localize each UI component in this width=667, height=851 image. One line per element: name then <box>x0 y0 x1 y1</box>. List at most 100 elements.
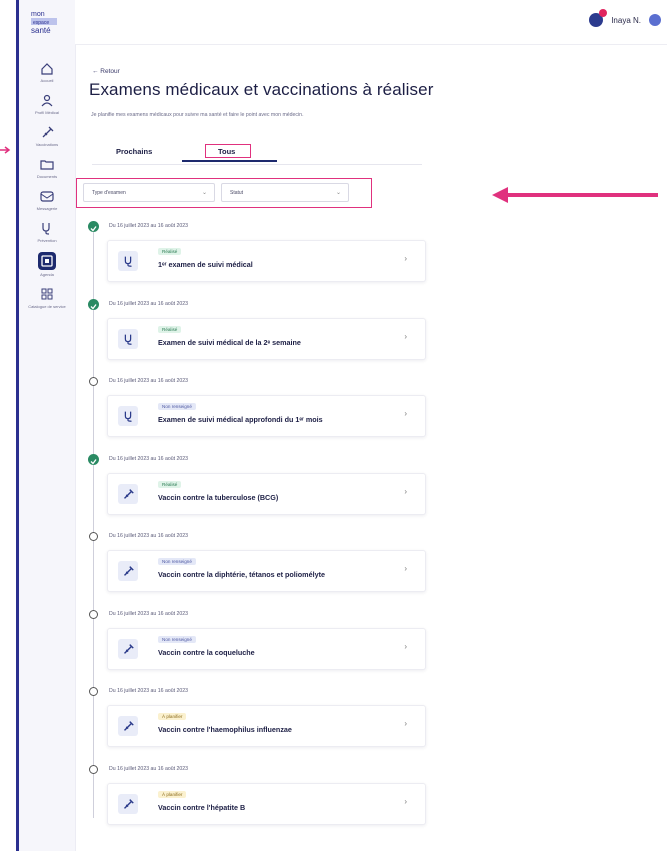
sidebar-item-label: Vaccinations <box>35 142 59 147</box>
sidebar-item-label: Profil Médical <box>34 110 59 115</box>
sidebar: mon espace santé Accueil Profil Médical Va… <box>19 0 76 851</box>
timeline-date: Du 16 juillet 2023 au 16 août 2023 <box>109 455 189 462</box>
home-icon <box>41 63 53 75</box>
sidebar-item-label: Messagerie <box>36 206 58 211</box>
sidebar-item-profil-m-dical[interactable]: Profil Médical <box>19 92 75 115</box>
exam-card[interactable]: À planifier Vaccin contre l'hépatite B › <box>107 782 426 825</box>
timeline-date: Du 16 juillet 2023 au 16 août 2023 <box>109 765 189 772</box>
exam-title: Examen de suivi médical de la 2ᵉ semaine <box>158 337 301 347</box>
back-link[interactable]: ← Retour <box>92 68 120 75</box>
status-badge: Non renseigné <box>158 635 196 643</box>
annotation-arrow-left <box>0 146 11 154</box>
exam-card[interactable]: Non renseigné Examen de suivi médical app… <box>107 395 426 437</box>
timeline-date: Du 16 juillet 2023 au 16 août 2023 <box>109 223 189 229</box>
notification-icon[interactable] <box>589 9 608 27</box>
active-tab-indicator <box>182 160 277 162</box>
filter-exam-type-label: Type d'examen <box>92 190 126 196</box>
filter-status-select[interactable]: Statut ⌄ <box>221 183 349 202</box>
chevron-right-icon: › <box>404 719 407 728</box>
avatar[interactable] <box>649 14 661 26</box>
sidebar-item-label: Accueil <box>40 78 54 83</box>
timeline-done-check-icon <box>88 221 99 232</box>
stethoscope-icon <box>42 223 50 235</box>
syringe-icon <box>42 126 54 138</box>
sidebar-item-accueil[interactable]: Accueil <box>19 60 75 83</box>
sidebar-item-messagerie[interactable]: Messagerie <box>19 188 75 211</box>
sidebar-item-catalogue-de-service[interactable]: Catalogue de service <box>19 286 75 309</box>
status-badge: Non renseigné <box>158 403 196 410</box>
chevron-right-icon: › <box>404 796 407 806</box>
sidebar-item-agenda[interactable]: Agenda <box>19 252 75 277</box>
chevron-down-icon: ⌄ <box>201 190 207 196</box>
stethoscope-icon <box>118 406 138 426</box>
profile-icon <box>41 94 53 107</box>
top-bar: Inaya N. <box>75 0 667 45</box>
exam-card[interactable]: À planifier Vaccin contre l'haemophilus i… <box>107 705 426 747</box>
exam-card[interactable]: Non renseigné Vaccin contre la diphtérie,… <box>107 550 426 592</box>
status-badge: Non renseigné <box>158 558 196 565</box>
user-menu[interactable]: Inaya N. <box>589 9 661 27</box>
filter-status-label: Statut <box>230 190 244 196</box>
timeline-date: Du 16 juillet 2023 au 16 août 2023 <box>109 533 189 539</box>
annotation-arrow-right <box>492 187 658 203</box>
status-badge: Réalisé <box>158 248 182 255</box>
timeline-date: Du 16 juillet 2023 au 16 août 2023 <box>109 610 189 617</box>
exam-title: Vaccin contre la diphtérie, tétanos et p… <box>158 570 325 579</box>
check-icon <box>90 226 97 232</box>
timeline-open-dot <box>89 609 98 619</box>
status-badge: Réalisé <box>158 325 182 333</box>
exam-card[interactable]: Réalisé Vaccin contre la tuberculose (BCG… <box>107 472 426 515</box>
filter-exam-type-select[interactable]: Type d'examen ⌄ <box>83 183 215 202</box>
chevron-right-icon: › <box>404 486 407 496</box>
app-logo[interactable]: mon espace santé <box>27 8 65 36</box>
page-title: Examens médicaux et vaccinations à réali… <box>89 80 434 99</box>
sidebar-item-label: Prévention <box>37 238 57 243</box>
timeline-open-dot <box>89 377 98 386</box>
mail-icon <box>40 191 54 202</box>
sidebar-item-vaccinations[interactable]: Vaccinations <box>19 124 75 147</box>
timeline-line <box>93 228 94 818</box>
sidebar-item-label: Documents <box>36 174 58 179</box>
annotation-highlight-tab <box>205 144 251 158</box>
exam-title: Vaccin contre la coqueluche <box>158 647 255 657</box>
svg-text:mon: mon <box>31 11 45 18</box>
exam-title: Examen de suivi médical approfondi du 1ᵉ… <box>158 415 323 424</box>
tab-prochains[interactable]: Prochains <box>116 147 152 156</box>
timeline-open-dot <box>89 687 98 696</box>
chevron-right-icon: › <box>404 331 407 341</box>
chevron-right-icon: › <box>404 641 407 651</box>
sidebar-item-pr-vention[interactable]: Prévention <box>19 220 75 243</box>
syringe-icon <box>118 561 138 581</box>
check-icon <box>90 303 97 309</box>
sidebar-item-documents[interactable]: Documents <box>19 156 75 179</box>
timeline-open-dot <box>89 532 98 541</box>
folder-icon <box>40 160 54 170</box>
stethoscope-icon <box>118 328 138 349</box>
timeline-done-check-icon <box>88 298 99 310</box>
stethoscope-icon <box>118 251 138 271</box>
status-badge: À planifier <box>158 790 187 798</box>
exam-title: Vaccin contre l'hépatite B <box>158 802 246 812</box>
grid-icon <box>41 288 53 300</box>
notification-badge <box>599 9 608 17</box>
syringe-icon <box>118 793 138 814</box>
calendar-icon <box>41 255 53 267</box>
exam-card[interactable]: Réalisé 1ᵉʳ examen de suivi médical › <box>107 240 426 282</box>
exam-card[interactable]: Non renseigné Vaccin contre la coqueluche… <box>107 627 426 670</box>
timeline-date: Du 16 juillet 2023 au 16 août 2023 <box>109 300 189 307</box>
status-badge: Réalisé <box>158 480 182 488</box>
page-subtitle: Je planifie mes examens médicaux pour su… <box>91 112 304 118</box>
exam-title: Vaccin contre la tuberculose (BCG) <box>158 492 279 502</box>
exam-title: Vaccin contre l'haemophilus influenzae <box>158 725 292 734</box>
chevron-down-icon: ⌄ <box>335 190 341 196</box>
timeline-done-check-icon <box>88 453 99 465</box>
sidebar-item-label: Agenda <box>40 272 54 277</box>
user-name: Inaya N. <box>611 15 641 25</box>
sidebar-item-label: Catalogue de service <box>28 304 66 309</box>
chevron-right-icon: › <box>404 254 407 263</box>
status-badge: À planifier <box>158 713 187 720</box>
syringe-icon <box>118 716 138 736</box>
exam-card[interactable]: Réalisé Examen de suivi médical de la 2ᵉ … <box>107 317 426 360</box>
syringe-icon <box>118 638 138 659</box>
chevron-right-icon: › <box>404 564 407 573</box>
